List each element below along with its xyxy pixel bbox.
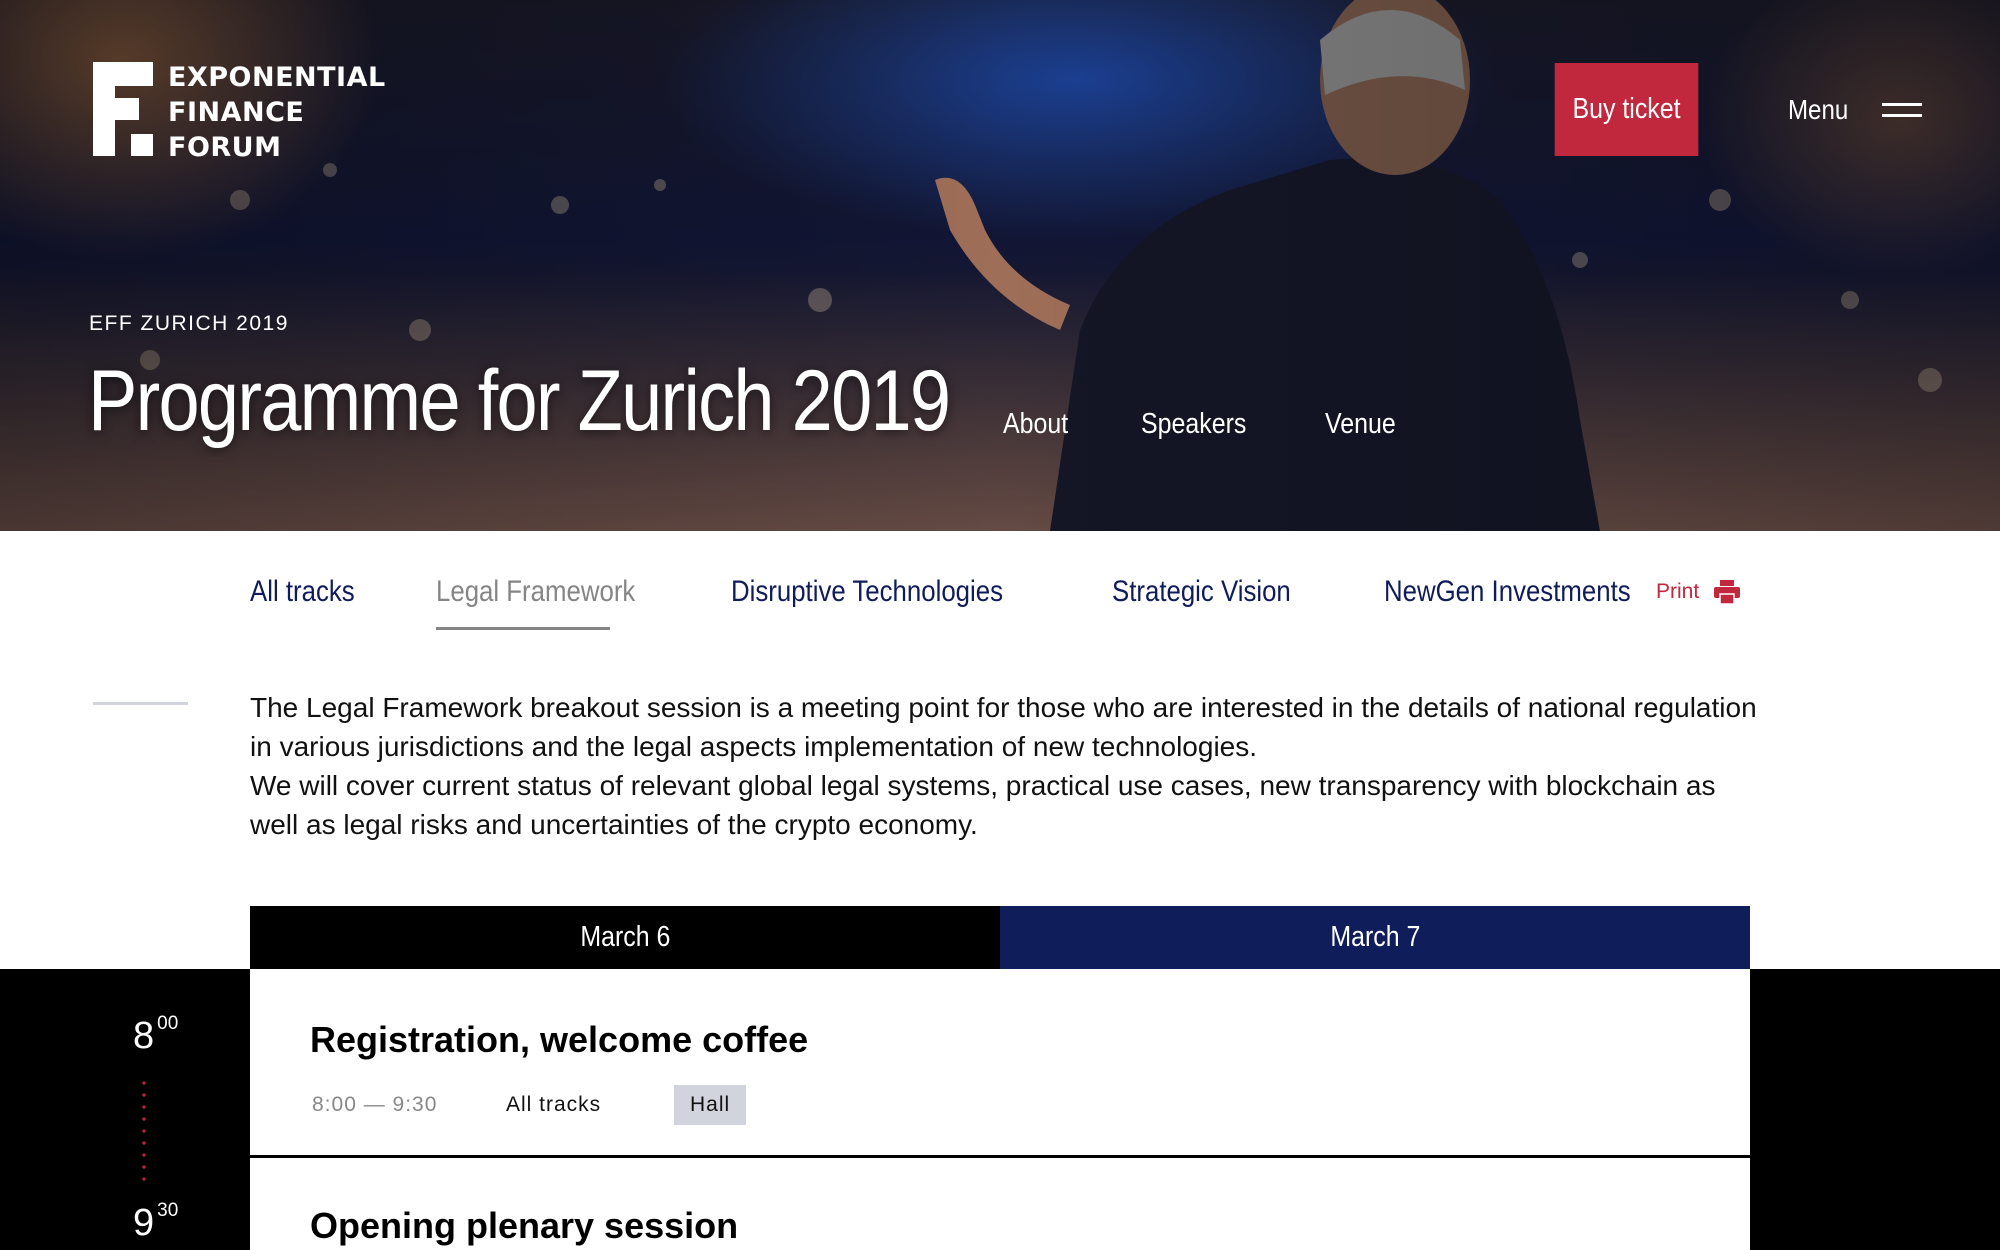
track-tabs: All tracks Legal Framework Disruptive Te… (250, 575, 1734, 630)
timeline (0, 969, 250, 1250)
nav-link-speakers[interactable]: Speakers (1141, 408, 1246, 441)
session-title: Opening plenary session (310, 1205, 739, 1246)
tab-label: Legal Framework (435, 575, 636, 608)
logo-line: FINANCE (168, 97, 305, 128)
tab-all-tracks[interactable]: All tracks (250, 575, 372, 627)
time-minutes: 30 (157, 1200, 179, 1221)
hero-nav: About Speakers Venue (1003, 408, 1408, 441)
buy-ticket-button[interactable]: Buy ticket (1554, 63, 1699, 156)
logo-f-mark (93, 62, 153, 156)
tab-label: Strategic Vision (1111, 575, 1291, 608)
day-label: March 7 (1329, 921, 1421, 953)
time-minutes: 00 (157, 1013, 179, 1034)
logo-line: FORUM (168, 132, 282, 163)
tab-strategic-vision[interactable]: Strategic Vision (1112, 575, 1320, 627)
tab-march-6[interactable]: March 6 (250, 906, 1000, 969)
printer-icon (1714, 580, 1741, 604)
section-divider (93, 702, 188, 705)
hamburger-menu-icon (1882, 101, 1923, 119)
track-description: The Legal Framework breakout session is … (250, 688, 1760, 844)
tab-label: NewGen Investments (1383, 575, 1631, 608)
logo-wordmark: EXPONENTIAL FINANCE FORUM (168, 60, 386, 165)
day-tabs: March 6 March 7 (250, 906, 1750, 969)
nav-link-venue[interactable]: Venue (1325, 408, 1396, 441)
tab-label: All tracks (250, 575, 355, 608)
session-location-badge: Hall (674, 1085, 747, 1125)
description-paragraph: The Legal Framework breakout session is … (250, 692, 1757, 762)
description-paragraph: We will cover current status of relevant… (250, 770, 1716, 840)
print-label: Print (1656, 580, 1700, 603)
time-marker: 9 30 (133, 1200, 179, 1245)
event-eyebrow: EFF ZURICH 2019 (89, 312, 289, 335)
hero-banner: EXPONENTIAL FINANCE FORUM Buy ticket Men… (0, 0, 2000, 531)
time-hour: 9 (133, 1202, 155, 1244)
menu-button[interactable]: Menu (1788, 90, 1923, 130)
tab-newgen-investments[interactable]: NewGen Investments (1384, 575, 1671, 627)
session-card[interactable]: Opening plenary session (250, 1158, 1750, 1250)
page-title: Programme for Zurich 2019 (88, 353, 951, 449)
tab-legal-framework[interactable]: Legal Framework (435, 575, 668, 630)
session-meta: 8:00 — 9:30 All tracks Hall (312, 1085, 747, 1125)
day-label: March 6 (579, 921, 671, 953)
tab-disruptive-technologies[interactable]: Disruptive Technologies (731, 575, 1047, 627)
buy-ticket-label: Buy ticket (1572, 93, 1681, 125)
time-hour: 8 (133, 1015, 155, 1057)
print-button[interactable]: Print (1656, 580, 1741, 604)
session-card[interactable]: Registration, welcome coffee 8:00 — 9:30… (250, 969, 1750, 1157)
time-marker: 8 00 (133, 1013, 179, 1058)
session-title: Registration, welcome coffee (310, 1019, 809, 1060)
session-track: All tracks (506, 1093, 602, 1116)
timeline-dots (142, 1077, 146, 1185)
tab-label: Disruptive Technologies (731, 575, 1004, 608)
exponential-finance-forum-logo[interactable]: EXPONENTIAL FINANCE FORUM (93, 62, 385, 163)
menu-label: Menu (1788, 94, 1849, 125)
nav-link-about[interactable]: About (1003, 408, 1068, 441)
logo-line: EXPONENTIAL (168, 62, 386, 93)
tab-march-7[interactable]: March 7 (1000, 906, 1750, 969)
session-time-range: 8:00 — 9:30 (312, 1093, 438, 1116)
